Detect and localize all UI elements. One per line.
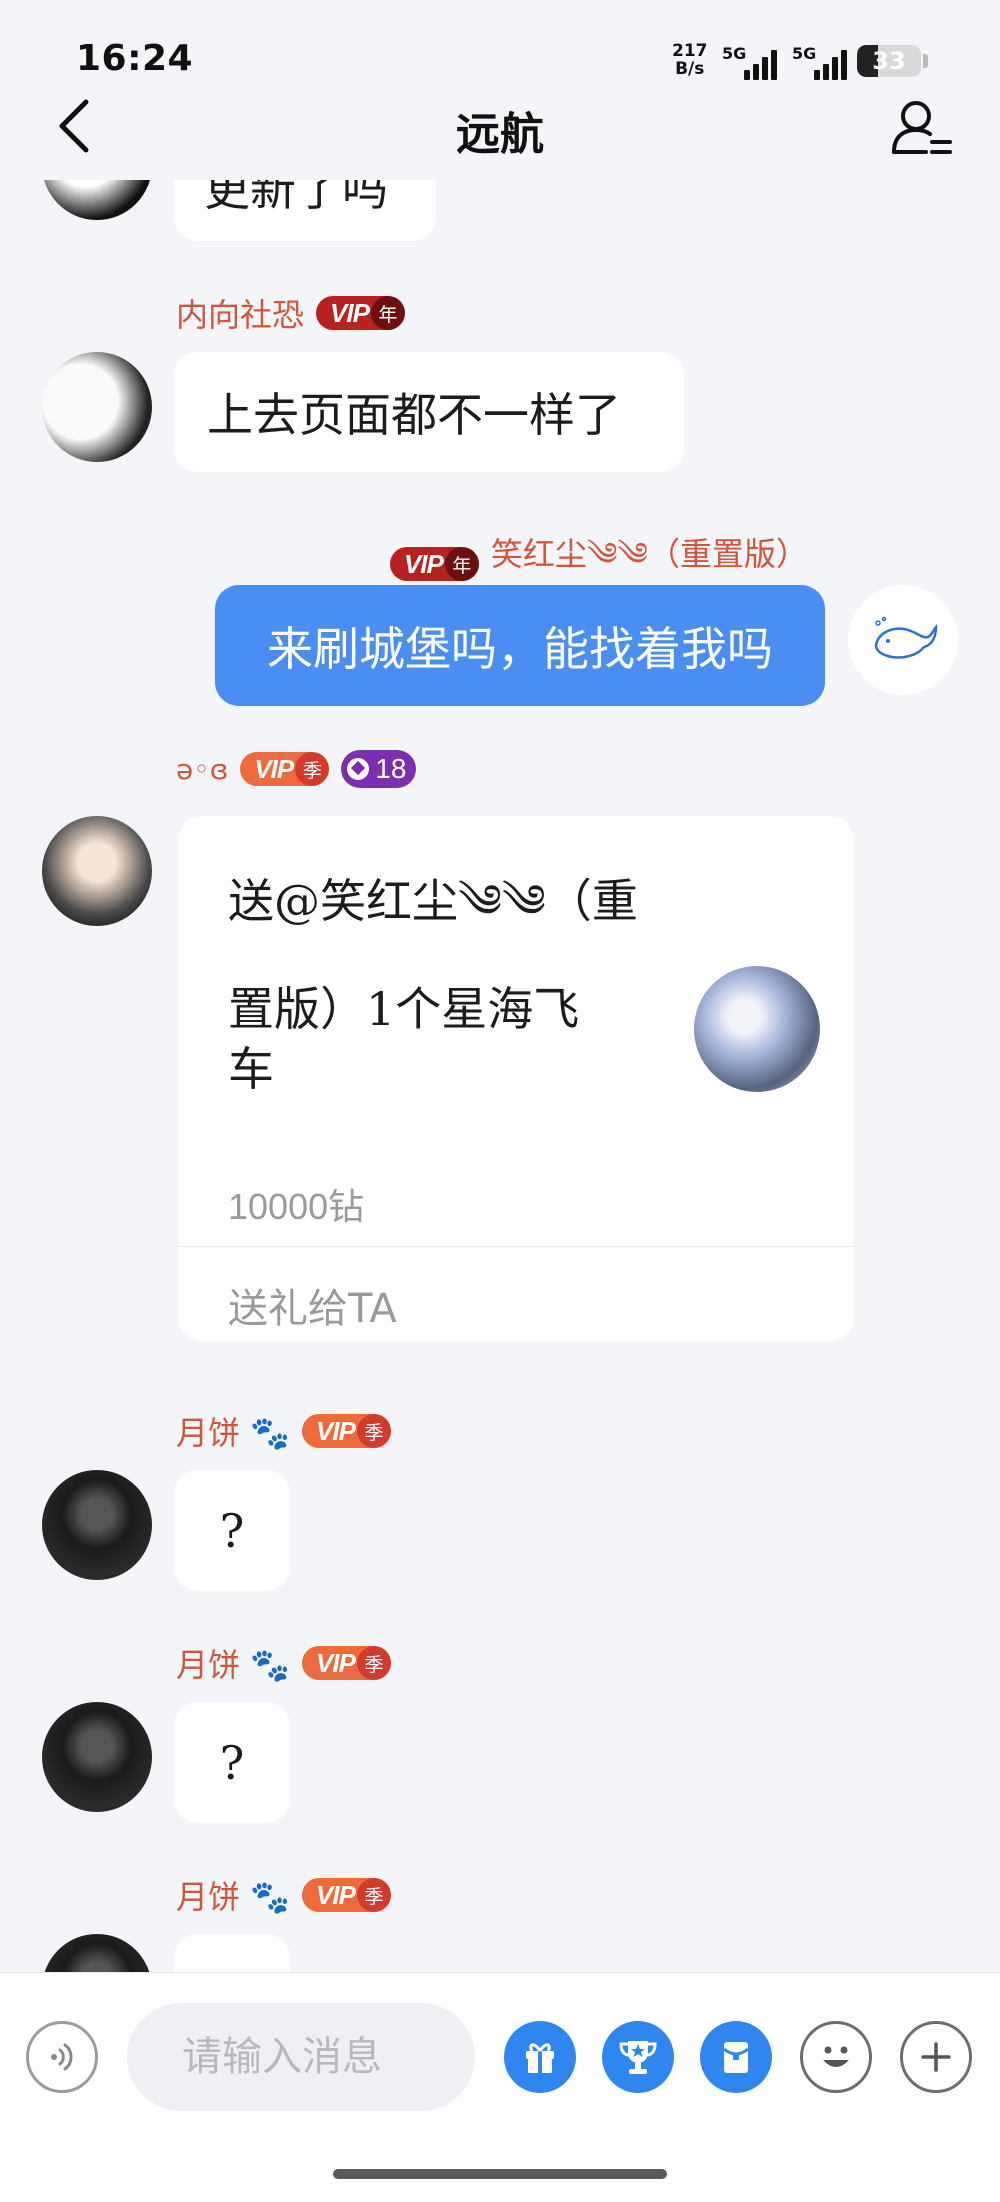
vip-badge: VIP 季 (302, 1414, 391, 1448)
avatar[interactable] (42, 180, 152, 220)
sender-name: 月饼 🐾 (176, 1878, 291, 1916)
message-bubble[interactable]: ? (174, 1470, 290, 1591)
gift-card[interactable]: 送@笑红尘༄༄（重 置版）1个星海飞 车 10000钻 送礼给TA (178, 816, 854, 1341)
message-text: 上去页面都不一样了 (207, 388, 621, 442)
voice-icon (51, 2043, 73, 2071)
plus-icon (921, 2042, 951, 2072)
battery-percent: 33 (872, 47, 906, 75)
message-input-container[interactable] (127, 2003, 475, 2111)
message-input[interactable] (127, 2003, 475, 2111)
gift-button[interactable] (504, 2021, 576, 2093)
sender-name: 月饼 🐾 (176, 1646, 291, 1684)
sender-name-line: 内向社恐 VIP 年 (176, 290, 405, 336)
diamond-icon (347, 758, 370, 780)
user-list-icon (892, 101, 952, 154)
vip-badge: VIP 季 (302, 1646, 391, 1680)
sender-name: 月饼 🐾 (176, 1414, 291, 1452)
avatar[interactable] (42, 816, 152, 926)
avatar[interactable] (42, 1934, 152, 1972)
sender-name: 内向社恐 (176, 296, 305, 334)
vip-badge: VIP 季 (240, 752, 330, 786)
gift-price: 10000钻 (228, 1186, 365, 1227)
message-bubble[interactable]: 更新了吗 (174, 180, 436, 241)
network-speed-value: 217 (672, 41, 708, 61)
status-time: 16:24 (76, 38, 194, 79)
avatar[interactable] (42, 1702, 152, 1812)
vip-badge: VIP 年 (316, 296, 405, 330)
whale-icon (874, 616, 938, 659)
group-members-button[interactable] (890, 96, 956, 162)
gift-icon (526, 2043, 554, 2073)
page-title: 远航 (456, 109, 544, 160)
sender-name-line: 月饼 🐾 VIP 季 (176, 1408, 391, 1454)
battery-tip (923, 54, 928, 68)
signal-icon-2: 5G (792, 44, 852, 80)
own-message-bubble[interactable]: 来刷城堡吗，能找着我吗 (215, 585, 825, 706)
sender-name: ə◦ɞ (176, 752, 229, 786)
level-badge: 18 (341, 750, 417, 788)
vip-badge: VIP 季 (302, 1878, 391, 1912)
own-avatar[interactable] (848, 585, 958, 695)
divider (178, 1246, 854, 1247)
more-button[interactable] (900, 2021, 972, 2093)
sender-name-line: ə◦ɞ VIP 季 18 (176, 750, 417, 788)
network-speed-unit: B/s (675, 59, 705, 79)
message-text: ? (219, 1503, 245, 1558)
message-bubble[interactable] (174, 1934, 290, 1972)
gift-message: 送@笑红尘༄༄（重 置版）1个星海飞 车 (228, 874, 638, 1096)
chat-list[interactable]: 更新了吗 内向社恐 VIP 年 上去页面都不一样了 VIP 年 笑红尘༄༄（重置版）… (0, 180, 1000, 1972)
avatar[interactable] (42, 1470, 152, 1580)
gift-image (694, 966, 820, 1092)
sender-name-line: 月饼 🐾 VIP 季 (176, 1872, 391, 1918)
message-bubble[interactable]: 上去页面都不一样了 (174, 352, 684, 472)
voice-button[interactable] (26, 2021, 98, 2093)
network-speed: 217 B/s (672, 42, 708, 78)
rank-button[interactable] (602, 2021, 674, 2093)
message-text: 来刷城堡吗，能找着我吗 (267, 621, 773, 676)
vip-badge: VIP 年 (389, 547, 479, 581)
message-text: ? (219, 1735, 245, 1790)
signal-label: 5G (722, 44, 747, 63)
red-packet-icon (723, 2042, 749, 2073)
home-indicator[interactable] (333, 2169, 667, 2179)
emoji-button[interactable] (800, 2021, 872, 2093)
sender-name-line: 月饼 🐾 VIP 季 (176, 1640, 391, 1686)
message-text: 更新了吗 (204, 180, 388, 216)
signal-icon: 5G (722, 44, 782, 80)
battery-icon: 33 (857, 45, 921, 77)
red-packet-button[interactable] (700, 2021, 772, 2093)
signal-label-2: 5G (792, 44, 817, 63)
message-bubble[interactable]: ? (174, 1702, 290, 1823)
avatar[interactable] (42, 352, 152, 462)
send-gift-link[interactable]: 送礼给TA (228, 1276, 397, 1334)
trophy-icon (619, 2041, 657, 2074)
emoji-icon (823, 2046, 849, 2067)
